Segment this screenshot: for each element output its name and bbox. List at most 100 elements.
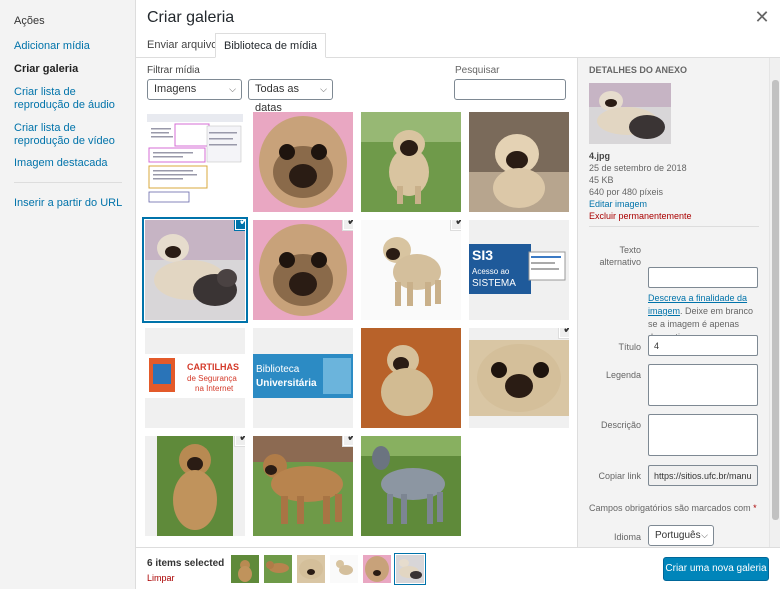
details-filename: 4.jpg xyxy=(589,151,611,161)
sidebar-item-imagem-destacada[interactable]: Imagem destacada xyxy=(14,157,132,170)
modal-title: Criar galeria xyxy=(147,9,235,26)
details-date: 25 de setembro de 2018 xyxy=(589,163,687,173)
attachment-thumbnail xyxy=(469,112,569,212)
alt-text-input[interactable] xyxy=(648,267,758,288)
filter-label: Filtrar mídia xyxy=(147,65,200,76)
date-filter-select[interactable]: Todas as datas ⌵ xyxy=(248,79,333,114)
selection-thumbnail[interactable] xyxy=(264,555,292,583)
check-icon[interactable]: ✔ xyxy=(559,328,569,338)
check-icon[interactable]: ✔ xyxy=(235,220,245,230)
selection-thumbnail[interactable] xyxy=(363,555,391,583)
attachment-thumbnail xyxy=(145,436,245,536)
attachment-tile[interactable] xyxy=(145,112,245,212)
selection-thumbnail[interactable] xyxy=(297,555,325,583)
caption-label: Legenda xyxy=(605,370,641,380)
attachment-tile[interactable]: ✔ xyxy=(469,328,569,428)
attachment-tile[interactable]: ✔ xyxy=(253,220,353,320)
chevron-down-icon: ⌵ xyxy=(701,530,708,540)
selection-thumbnail-image xyxy=(363,555,391,583)
sidebar-item-inserir-url[interactable]: Inserir a partir do URL xyxy=(14,197,132,210)
selection-thumbnail-image xyxy=(231,555,259,583)
attachment-tile[interactable]: SI3 Acesso ao SISTEMA xyxy=(469,220,569,320)
description-label: Descrição xyxy=(600,420,641,430)
copy-link-label: Copiar link xyxy=(598,471,641,481)
sidebar-divider xyxy=(14,182,122,183)
search-input[interactable] xyxy=(454,79,566,100)
details-size: 45 KB xyxy=(589,175,614,185)
selection-thumbnail[interactable] xyxy=(330,555,358,583)
sidebar-item-video-playlist[interactable]: Criar lista de reprodução de vídeo xyxy=(14,122,132,148)
details-scrollbar[interactable] xyxy=(769,58,780,547)
create-gallery-button[interactable]: Criar uma nova galeria xyxy=(663,557,769,581)
alt-text-label: Texto alternativo xyxy=(599,245,641,267)
clear-selection-link[interactable]: Limpar xyxy=(147,573,175,583)
edit-image-link[interactable]: Editar imagem xyxy=(589,198,692,210)
check-icon[interactable]: ✔ xyxy=(343,220,353,230)
sidebar-item-audio-playlist[interactable]: Criar lista de reprodução de áudio xyxy=(14,86,132,112)
selection-thumbnail-current[interactable] xyxy=(396,555,424,583)
attachment-thumbnail xyxy=(145,220,245,320)
details-thumbnail-image xyxy=(589,83,671,144)
attachment-tile[interactable]: ✔ xyxy=(361,220,461,320)
selection-thumbnail-image xyxy=(396,555,424,583)
scrollbar-thumb[interactable] xyxy=(772,80,779,520)
attachment-tile[interactable] xyxy=(361,328,461,428)
selection-thumbnail[interactable] xyxy=(231,555,259,583)
sidebar: Ações Adicionar mídia Criar galeria Cria… xyxy=(0,0,136,589)
tab-biblioteca-de-midia[interactable]: Biblioteca de mídia xyxy=(215,33,326,58)
check-icon[interactable]: ✔ xyxy=(451,220,461,230)
details-dimensions: 640 por 480 píxeis xyxy=(589,187,664,197)
sidebar-item-adicionar-midia[interactable]: Adicionar mídia xyxy=(14,40,132,53)
description-textarea[interactable] xyxy=(648,414,758,456)
attachment-tile[interactable]: ✔ xyxy=(253,436,353,536)
caption-textarea[interactable] xyxy=(648,364,758,406)
attachment-tile[interactable] xyxy=(361,436,461,536)
attachment-tile[interactable] xyxy=(469,112,569,212)
attachment-thumbnail xyxy=(361,328,461,428)
required-star: * xyxy=(753,503,757,513)
close-icon[interactable]: ✕ xyxy=(750,6,774,30)
attachment-tile[interactable]: Biblioteca Universitária xyxy=(253,328,353,428)
attachment-tile[interactable]: ✔ xyxy=(145,220,245,320)
selection-thumbnail-image xyxy=(297,555,325,583)
check-icon[interactable]: ✔ xyxy=(235,436,245,446)
required-note: Campos obrigatórios são marcados com * xyxy=(589,503,757,513)
cartilhas-line3: na Internet xyxy=(195,384,234,393)
title-label: Título xyxy=(618,342,641,352)
attachment-thumbnail: CARTILHAS de Segurança na Internet xyxy=(145,328,245,428)
language-value: Português xyxy=(655,530,701,541)
language-select[interactable]: Português ⌵ xyxy=(648,525,714,546)
type-filter-value: Imagens xyxy=(154,83,197,95)
selection-thumbnail-image xyxy=(264,555,292,583)
biblioteca-line2: Universitária xyxy=(256,378,317,389)
cartilhas-title: CARTILHAS xyxy=(187,362,239,372)
biblioteca-line1: Biblioteca xyxy=(256,364,300,375)
check-icon[interactable]: ✔ xyxy=(343,436,353,446)
attachment-thumbnail: Biblioteca Universitária xyxy=(253,328,353,428)
cartilhas-line2: de Segurança xyxy=(187,374,237,383)
type-filter-select[interactable]: Imagens ⌵ xyxy=(147,79,242,100)
attachment-thumbnail xyxy=(253,436,353,536)
selection-count: 6 items selected xyxy=(147,558,225,569)
title-input[interactable] xyxy=(648,335,758,356)
details-divider xyxy=(589,226,759,227)
attachment-thumbnail xyxy=(361,220,461,320)
attachment-thumbnail xyxy=(361,112,461,212)
si3-subtitle: Acesso ao xyxy=(472,267,510,276)
required-note-text: Campos obrigatórios são marcados com xyxy=(589,503,751,513)
sidebar-heading: Ações xyxy=(14,15,45,27)
attachment-tile[interactable]: CARTILHAS de Segurança na Internet xyxy=(145,328,245,428)
sidebar-item-criar-galeria[interactable]: Criar galeria xyxy=(14,63,132,76)
attachment-thumbnail: SI3 Acesso ao SISTEMA xyxy=(469,220,569,320)
attachment-tile[interactable] xyxy=(253,112,353,212)
tab-bar: Enviar arquivos Biblioteca de mídia xyxy=(136,33,780,58)
delete-permanently-link[interactable]: Excluir permanentemente xyxy=(589,210,692,222)
search-label: Pesquisar xyxy=(455,65,500,76)
media-toolbar: 6 items selected Limpar Criar uma nova g… xyxy=(136,547,780,589)
attachment-tile[interactable] xyxy=(361,112,461,212)
chevron-down-icon: ⌵ xyxy=(320,84,327,94)
attachment-tile[interactable]: ✔ xyxy=(145,436,245,536)
attachment-thumbnail xyxy=(361,436,461,536)
si3-system: SISTEMA xyxy=(472,278,516,289)
copy-link-field[interactable] xyxy=(648,465,758,486)
